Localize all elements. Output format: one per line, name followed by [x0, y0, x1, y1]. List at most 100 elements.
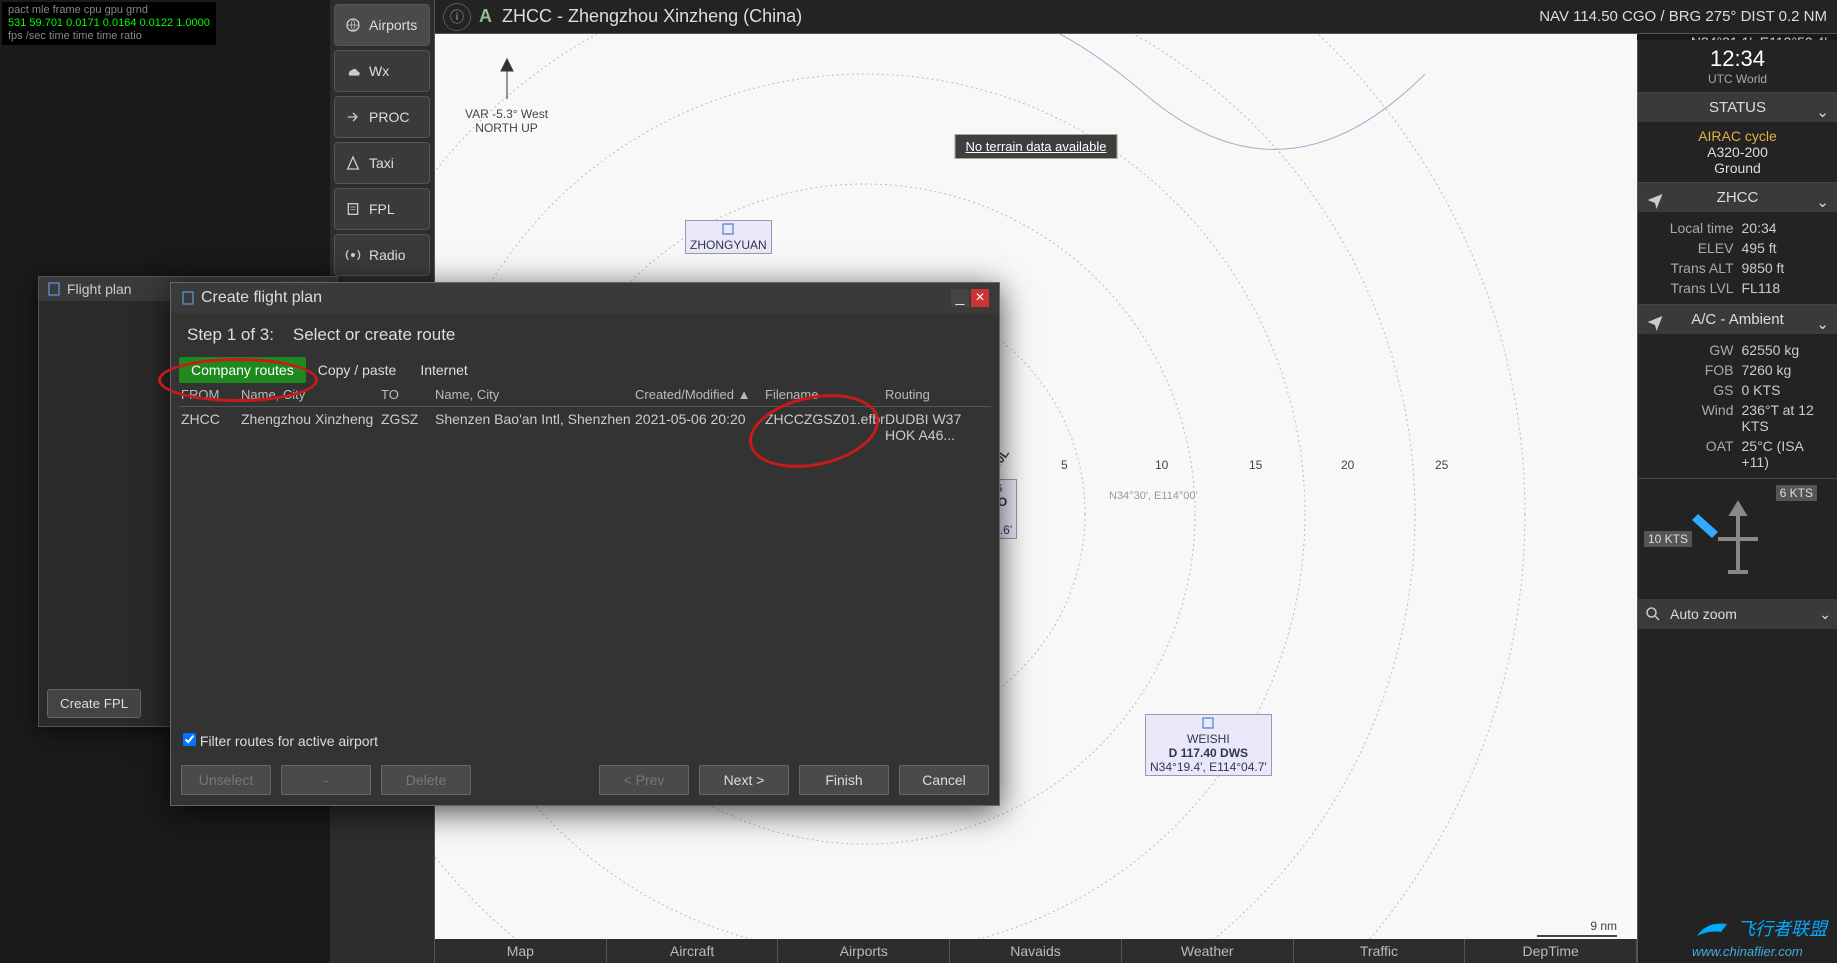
- col-routing[interactable]: Routing: [885, 387, 989, 402]
- tab-copy-paste[interactable]: Copy / paste: [306, 357, 409, 383]
- info-key: OAT: [1646, 438, 1734, 470]
- nav-wx[interactable]: Wx: [334, 50, 430, 92]
- info-key: ELEV: [1646, 240, 1734, 256]
- filter-checkbox[interactable]: Filter routes for active airport: [171, 727, 999, 755]
- nav-readout: NAV 114.50 CGO / BRG 275° DIST 0.2 NM: [1539, 8, 1827, 25]
- utc-time: 12:34: [1646, 46, 1829, 72]
- range-tick: 15: [1249, 458, 1262, 472]
- info-key: Local time: [1646, 220, 1734, 236]
- airac-label: AIRAC cycle: [1646, 128, 1829, 144]
- nav-proc[interactable]: PROC: [334, 96, 430, 138]
- waypoint-zhongyuan: ZHONGYUAN: [685, 220, 772, 254]
- prev-button[interactable]: < Prev: [599, 765, 689, 795]
- info-key: Wind: [1646, 402, 1734, 434]
- ground-status: Ground: [1646, 160, 1829, 176]
- chevron-down-icon: ⌄: [1816, 315, 1829, 333]
- doc-icon: [181, 291, 195, 305]
- tab-company-routes[interactable]: Company routes: [179, 357, 306, 383]
- create-fpl-button[interactable]: Create FPL: [47, 689, 141, 718]
- dialog-footer: Unselect - Delete < Prev Next > Finish C…: [171, 755, 999, 805]
- cell-to: ZGSZ: [381, 411, 435, 443]
- cell-created: 2021-05-06 20:20: [635, 411, 765, 443]
- info-key: Trans LVL: [1646, 280, 1734, 296]
- bottom-tabs: Map Aircraft Airports Navaids Weather Tr…: [435, 939, 1637, 963]
- btab-aircraft[interactable]: Aircraft: [607, 939, 779, 963]
- col-to[interactable]: TO: [381, 387, 435, 402]
- range-tick: 10: [1155, 458, 1168, 472]
- dialog-title[interactable]: Create flight plan _ ×: [171, 283, 999, 313]
- zhcc-header[interactable]: ZHCC⌄: [1638, 183, 1837, 212]
- nav-airports[interactable]: Airports: [334, 4, 430, 46]
- zoom-label: Auto zoom: [1670, 606, 1737, 622]
- utc-label: UTC World: [1646, 72, 1829, 86]
- btab-deptime[interactable]: DepTime: [1465, 939, 1637, 963]
- chevron-down-icon: ⌄: [1816, 193, 1829, 211]
- col-filename[interactable]: Filename: [765, 387, 885, 402]
- info-key: Trans ALT: [1646, 260, 1734, 276]
- minimize-icon[interactable]: _: [951, 289, 969, 307]
- wind-badge: 10 KTS: [1644, 531, 1692, 547]
- col-name2[interactable]: Name, City: [435, 387, 635, 402]
- table-row[interactable]: ZHCC Zhengzhou Xinzheng ZGSZ Shenzen Bao…: [179, 407, 991, 447]
- watermark: 飞行者联盟 www.chinaflier.com: [1692, 915, 1827, 959]
- range-tick: 20: [1341, 458, 1354, 472]
- nav-radio[interactable]: Radio: [334, 234, 430, 276]
- dash-button[interactable]: -: [281, 765, 371, 795]
- btab-airports[interactable]: Airports: [778, 939, 950, 963]
- nav-label: Taxi: [369, 155, 394, 171]
- airport-info: Local time20:34 ELEV495 ft Trans ALT9850…: [1638, 212, 1837, 305]
- col-created[interactable]: Created/Modified ▲: [635, 387, 765, 402]
- info-val: 0 KTS: [1742, 382, 1830, 398]
- globe-icon: [345, 17, 361, 33]
- info-val: FL118: [1742, 280, 1830, 296]
- btab-traffic[interactable]: Traffic: [1294, 939, 1466, 963]
- zoom-control[interactable]: Auto zoom ⌄: [1638, 599, 1837, 629]
- cell-routing: DUDBI W37 HOK A46...: [885, 411, 989, 443]
- btab-navaids[interactable]: Navaids: [950, 939, 1122, 963]
- north-indicator: VAR -5.3° WestNORTH UP: [465, 54, 548, 135]
- taxi-icon: [345, 155, 361, 171]
- plane-icon: [1646, 313, 1664, 331]
- tab-internet[interactable]: Internet: [408, 357, 479, 383]
- cell-from: ZHCC: [181, 411, 241, 443]
- status-section: AIRAC cycle A320-200 Ground: [1638, 122, 1837, 183]
- route-tabs: Company routes Copy / paste Internet: [179, 357, 991, 383]
- cell-name: Zhengzhou Xinzheng: [241, 411, 381, 443]
- proc-icon: [345, 109, 361, 125]
- radio-icon: [345, 247, 361, 263]
- ac-header[interactable]: A/C - Ambient⌄: [1638, 305, 1837, 334]
- info-button[interactable]: ⓘ: [443, 3, 471, 31]
- status-header[interactable]: STATUS⌄: [1638, 93, 1837, 122]
- col-from[interactable]: FROM: [181, 387, 241, 402]
- right-panel: 12:34 UTC World STATUS⌄ AIRAC cycle A320…: [1637, 40, 1837, 963]
- doc-icon: [47, 282, 61, 296]
- btab-weather[interactable]: Weather: [1122, 939, 1294, 963]
- info-val: 62550 kg: [1742, 342, 1830, 358]
- sort-icon: ▲: [738, 387, 751, 402]
- range-tick: 25: [1435, 458, 1448, 472]
- ac-info: GW62550 kg FOB7260 kg GS0 KTS Wind236°T …: [1638, 334, 1837, 479]
- cancel-button[interactable]: Cancel: [899, 765, 989, 795]
- close-icon[interactable]: ×: [971, 289, 989, 307]
- perf-overlay: pact mle frame cpu gpu grnd 531 59.701 0…: [2, 2, 216, 45]
- delete-button[interactable]: Delete: [381, 765, 471, 795]
- step-indicator: Step 1 of 3: Select or create route: [171, 313, 999, 357]
- plane-icon: [1646, 191, 1664, 209]
- coord-tick: N34°30', E114°00': [1109, 490, 1198, 502]
- fpl-icon: [345, 201, 361, 217]
- nav-taxi[interactable]: Taxi: [334, 142, 430, 184]
- unselect-button[interactable]: Unselect: [181, 765, 271, 795]
- btab-map[interactable]: Map: [435, 939, 607, 963]
- next-button[interactable]: Next >: [699, 765, 789, 795]
- terrain-warning[interactable]: No terrain data available: [955, 134, 1118, 159]
- nav-fpl[interactable]: FPL: [334, 188, 430, 230]
- waypoint-weishi: WEISHID 117.40 DWSN34°19.4', E114°04.7': [1145, 714, 1272, 776]
- finish-button[interactable]: Finish: [799, 765, 889, 795]
- filter-check-input[interactable]: [183, 733, 196, 746]
- nav-label: Radio: [369, 247, 406, 263]
- col-name[interactable]: Name, City: [241, 387, 381, 402]
- cell-filename: ZHCCZGSZ01.efbr: [765, 411, 885, 443]
- cell-name2: Shenzen Bao'an Intl, Shenzhen: [435, 411, 635, 443]
- create-fpl-dialog: Create flight plan _ × Step 1 of 3: Sele…: [170, 282, 1000, 806]
- aircraft-type: A320-200: [1646, 144, 1829, 160]
